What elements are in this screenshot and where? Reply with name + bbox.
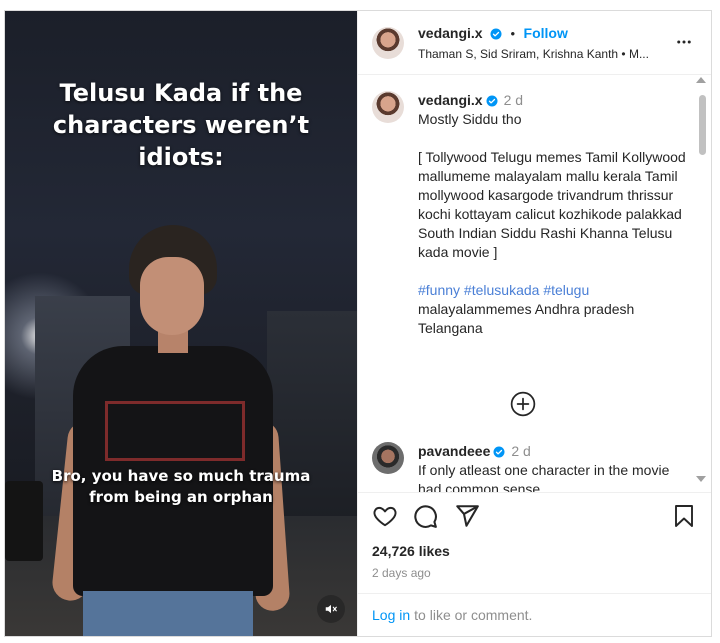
caption-time[interactable]: 2 d: [504, 91, 523, 110]
comments-section[interactable]: vedangi.x 2 d Mostly Siddu tho [ Tollywo…: [358, 75, 711, 493]
login-link[interactable]: Log in: [372, 607, 410, 623]
caption-first-line: Mostly Siddu tho: [418, 111, 522, 127]
avatar[interactable]: [372, 442, 404, 474]
likes-count[interactable]: 24,726 likes: [372, 543, 450, 559]
caption-row: vedangi.x 2 d Mostly Siddu tho [ Tollywo…: [358, 75, 711, 338]
audio-attribution[interactable]: Thaman S, Sid Sriram, Krishna Kanth • M.…: [418, 47, 649, 61]
verified-badge-icon: [493, 446, 505, 457]
comment-text: If only atleast one character in the mov…: [418, 462, 670, 493]
login-prompt: Log in to like or comment.: [358, 593, 711, 636]
avatar[interactable]: [372, 91, 404, 123]
caption-username[interactable]: vedangi.x: [418, 91, 483, 110]
separator-dot: •: [510, 25, 516, 41]
share-icon[interactable]: [454, 503, 480, 529]
comment-time[interactable]: 2 d: [511, 442, 530, 461]
video-overlay-title: Telusu Kada if the characters weren’t id…: [52, 79, 310, 171]
video-subtitle: Bro, you have so much trauma from being …: [51, 467, 311, 506]
more-options-icon[interactable]: [675, 33, 693, 51]
shirt-print: [105, 401, 245, 461]
scroll-thumb[interactable]: [699, 95, 706, 155]
hashtags[interactable]: #funny #telusukada #telugu: [418, 282, 589, 298]
caption-text: [ Tollywood Telugu memes Tamil Kollywood…: [418, 149, 686, 260]
scroll-up-arrow[interactable]: [696, 77, 706, 83]
login-prompt-text: to like or comment.: [414, 607, 533, 623]
follow-button[interactable]: Follow: [524, 25, 568, 41]
comment-row: pavandeee 2 d If only atleast one charac…: [358, 428, 702, 493]
reel-video[interactable]: Telusu Kada if the characters weren’t id…: [5, 11, 357, 636]
avatar[interactable]: [372, 26, 404, 59]
verified-badge-icon: [486, 95, 498, 106]
author-username[interactable]: vedangi.x: [418, 25, 483, 41]
verified-badge-icon: [490, 28, 502, 39]
mute-button[interactable]: [317, 595, 345, 623]
person-face: [140, 257, 204, 335]
plus-circle-icon[interactable]: [510, 391, 536, 417]
caption-tags: malayalammemes Andhra pradesh Telangana: [418, 301, 635, 336]
post-header: vedangi.x • Follow Thaman S, Sid Sriram,…: [358, 11, 711, 75]
person-jeans: [83, 591, 253, 636]
comment-icon[interactable]: [412, 503, 438, 529]
post-sidebar: vedangi.x • Follow Thaman S, Sid Sriram,…: [357, 11, 711, 636]
action-bar: [372, 503, 698, 531]
speaker-muted-icon: [325, 604, 337, 614]
post-date[interactable]: 2 days ago: [372, 566, 431, 580]
scroll-down-arrow[interactable]: [696, 476, 706, 482]
post-modal: Telusu Kada if the characters weren’t id…: [4, 10, 712, 637]
bookmark-icon[interactable]: [672, 503, 696, 529]
comment-username[interactable]: pavandeee: [418, 442, 490, 461]
heart-icon[interactable]: [372, 503, 398, 529]
